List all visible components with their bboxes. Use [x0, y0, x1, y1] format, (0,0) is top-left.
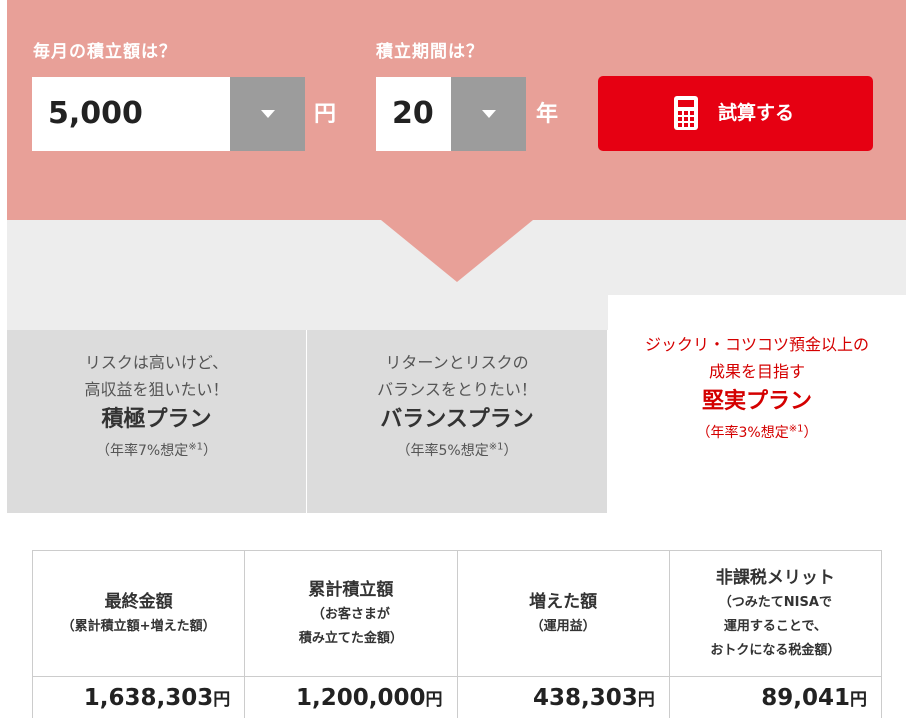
period-label: 積立期間は？	[376, 42, 484, 62]
plan-tab-aggressive[interactable]: リスクは高いけど、 高収益を狙いたい！ 積極プラン （年率7%想定※1）	[7, 330, 306, 513]
plan-desc: ジックリ・コツコツ預金以上の	[644, 335, 869, 354]
header-tax-benefit: 非課税メリット （つみたてNISAで 運用することで、 おトクになる税金額）	[668, 550, 883, 677]
calculate-button-label: 試算する	[718, 102, 795, 124]
plan-rate: （年率7%想定※1）	[96, 441, 217, 459]
calculator-icon	[674, 96, 698, 130]
header-total-contribution: 累計積立額 （お客さまが 積み立てた金額）	[244, 550, 458, 677]
gain-value: 438,303円	[456, 676, 670, 718]
results-header-row: 最終金額 （累計積立額+増えた額） 累計積立額 （お客さまが 積み立てた金額） …	[31, 550, 883, 677]
plan-name: バランスプラン	[380, 407, 534, 432]
monthly-amount-label: 毎月の積立額は？	[33, 42, 177, 62]
tax-benefit-value: 89,041円	[668, 676, 883, 718]
yen-unit-label: 円	[314, 102, 337, 127]
pointer-triangle	[381, 220, 533, 282]
monthly-amount-select[interactable]: 5,000	[32, 77, 305, 151]
chevron-down-icon[interactable]	[451, 77, 526, 151]
plan-desc: リターンとリスクの	[385, 353, 529, 372]
total-contribution-value: 1,200,000円	[244, 676, 458, 718]
plan-name: 堅実プラン	[701, 389, 812, 414]
plan-rate: （年率3%想定※1）	[696, 423, 818, 441]
header-final-amount: 最終金額 （累計積立額+増えた額）	[31, 550, 246, 677]
year-unit-label: 年	[536, 102, 559, 127]
plan-name: 積極プラン	[101, 407, 212, 432]
plan-desc: リスクは高いけど、	[84, 353, 229, 372]
plan-rate: （年率5%想定※1）	[396, 441, 518, 459]
period-value: 20	[392, 96, 434, 131]
plan-desc: バランスをとりたい！	[377, 380, 537, 399]
plan-desc: 成果を目指す	[708, 362, 805, 381]
header-gain: 増えた額 （運用益）	[456, 550, 670, 677]
final-amount-value: 1,638,303円	[31, 676, 246, 718]
plan-tab-steady[interactable]: ジックリ・コツコツ預金以上の 成果を目指す 堅実プラン （年率3%想定※1）	[608, 295, 906, 513]
plan-tab-balance[interactable]: リターンとリスクの バランスをとりたい！ バランスプラン （年率5%想定※1）	[307, 330, 607, 513]
chevron-down-icon[interactable]	[230, 77, 305, 151]
plan-desc: 高収益を狙いたい！	[84, 380, 229, 399]
results-value-row: 1,638,303円 1,200,000円 438,303円 89,041円	[31, 676, 883, 718]
results-table: 最終金額 （累計積立額+増えた額） 累計積立額 （お客さまが 積み立てた金額） …	[31, 550, 883, 718]
monthly-amount-value: 5,000	[48, 96, 143, 131]
calculate-button[interactable]: 試算する	[598, 76, 873, 151]
period-select[interactable]: 20	[376, 77, 526, 151]
